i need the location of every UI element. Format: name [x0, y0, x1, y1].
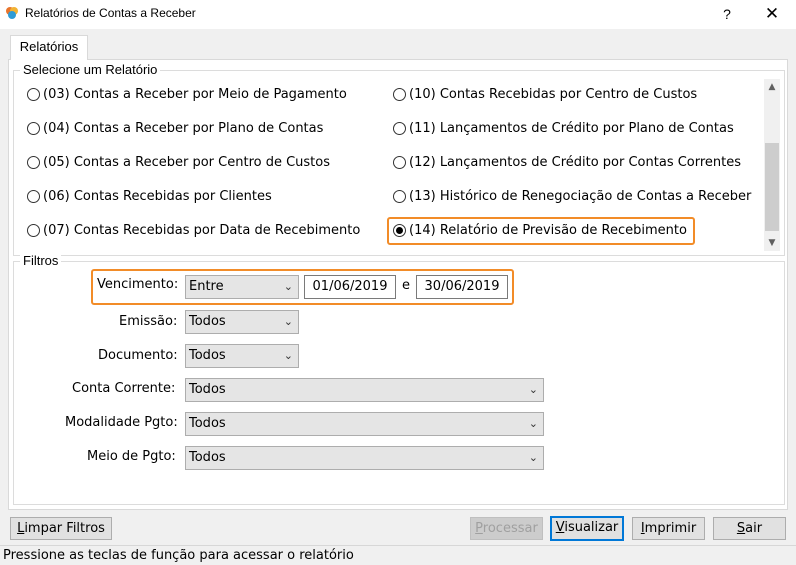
title-bar: Relatórios de Contas a Receber ? ✕: [0, 0, 796, 29]
radio-unchecked-icon[interactable]: [393, 87, 406, 101]
right-report-option[interactable]: (13) Histórico de Renegociação de Contas…: [393, 185, 761, 207]
report-option-label: (14) Relatório de Previsão de Recebiment…: [409, 222, 687, 238]
visualizar-button[interactable]: Visualizar: [550, 516, 624, 541]
right-report-option[interactable]: (12) Lançamentos de Crédito por Contas C…: [393, 151, 761, 173]
modalidade-select[interactable]: Todos ⌄: [185, 412, 544, 436]
documento-value: Todos: [189, 348, 226, 363]
chevron-down-icon: ⌄: [283, 280, 293, 293]
radio-unchecked-icon[interactable]: [27, 155, 40, 169]
radio-unchecked-icon[interactable]: [393, 155, 406, 169]
scroll-up-icon[interactable]: ▲: [764, 79, 780, 95]
documento-select[interactable]: Todos ⌄: [185, 344, 299, 368]
report-option-label: (13) Histórico de Renegociação de Contas…: [409, 188, 752, 204]
sair-button[interactable]: Sair: [713, 517, 786, 540]
status-bar: Pressione as teclas de função para acess…: [0, 545, 796, 565]
radio-checked-icon[interactable]: [393, 223, 406, 237]
modalidade-label: Modalidade Pgto:: [65, 415, 178, 430]
tab-relatorios[interactable]: Relatórios: [10, 35, 88, 60]
radio-unchecked-icon[interactable]: [27, 87, 40, 101]
left-report-option[interactable]: (03) Contas a Receber por Meio de Pagame…: [27, 83, 377, 105]
report-option-label: (06) Contas Recebidas por Clientes: [43, 188, 272, 204]
vencimento-from-input[interactable]: 01/06/2019: [304, 275, 396, 299]
left-report-option[interactable]: (06) Contas Recebidas por Clientes: [27, 185, 377, 207]
emissao-label: Emissão:: [119, 314, 178, 329]
radio-unchecked-icon[interactable]: [27, 189, 40, 203]
chevron-down-icon: ⌄: [528, 417, 538, 430]
conta-corrente-select[interactable]: Todos ⌄: [185, 378, 544, 402]
report-option-label: (12) Lançamentos de Crédito por Contas C…: [409, 154, 742, 170]
close-button[interactable]: ✕: [754, 0, 790, 29]
report-option-label: (04) Contas a Receber por Plano de Conta…: [43, 120, 324, 136]
conta-corrente-label: Conta Corrente:: [72, 381, 176, 396]
emissao-value: Todos: [189, 314, 226, 329]
report-option-label: (07) Contas Recebidas por Data de Recebi…: [43, 222, 361, 238]
meio-pgto-value: Todos: [189, 450, 226, 465]
conta-corrente-value: Todos: [189, 382, 226, 397]
chevron-down-icon: ⌄: [283, 315, 293, 328]
limpar-filtros-button[interactable]: Limpar Filtros: [10, 517, 112, 540]
help-button[interactable]: ?: [712, 0, 742, 29]
emissao-select[interactable]: Todos ⌄: [185, 310, 299, 334]
radio-unchecked-icon[interactable]: [393, 121, 406, 135]
report-list-scrollbar[interactable]: ▲ ▼: [764, 79, 780, 251]
documento-label: Documento:: [98, 348, 178, 363]
vencimento-to-input[interactable]: 30/06/2019: [416, 275, 508, 299]
left-report-option[interactable]: (07) Contas Recebidas por Data de Recebi…: [27, 219, 377, 241]
vencimento-label: Vencimento:: [97, 277, 179, 292]
vencimento-mode-select[interactable]: Entre ⌄: [185, 275, 299, 299]
filters-group-legend: Filtros: [20, 254, 62, 268]
left-report-option[interactable]: (04) Contas a Receber por Plano de Conta…: [27, 117, 377, 139]
modalidade-value: Todos: [189, 416, 226, 431]
tab-panel: Selecione um Relatório Filtros Venciment…: [8, 59, 788, 510]
window-title: Relatórios de Contas a Receber: [25, 6, 196, 20]
right-report-option[interactable]: (14) Relatório de Previsão de Recebiment…: [393, 219, 761, 241]
radio-unchecked-icon[interactable]: [393, 189, 406, 203]
radio-unchecked-icon[interactable]: [27, 223, 40, 237]
scroll-thumb[interactable]: [765, 143, 779, 231]
report-option-label: (11) Lançamentos de Crédito por Plano de…: [409, 120, 734, 136]
radio-unchecked-icon[interactable]: [27, 121, 40, 135]
right-report-option[interactable]: (10) Contas Recebidas por Centro de Cust…: [393, 83, 761, 105]
vencimento-and-label: e: [402, 278, 410, 293]
scroll-down-icon[interactable]: ▼: [764, 235, 780, 251]
right-report-option[interactable]: (11) Lançamentos de Crédito por Plano de…: [393, 117, 761, 139]
left-report-option[interactable]: (05) Contas a Receber por Centro de Cust…: [27, 151, 377, 173]
chevron-down-icon: ⌄: [283, 349, 293, 362]
meio-pgto-select[interactable]: Todos ⌄: [185, 446, 544, 470]
app-logo-icon: [6, 7, 18, 19]
report-option-label: (05) Contas a Receber por Centro de Cust…: [43, 154, 331, 170]
report-group-legend: Selecione um Relatório: [20, 63, 161, 77]
meio-pgto-label: Meio de Pgto:: [87, 449, 176, 464]
processar-button[interactable]: Processar: [470, 517, 543, 540]
chevron-down-icon: ⌄: [528, 383, 538, 396]
report-option-label: (03) Contas a Receber por Meio de Pagame…: [43, 86, 347, 102]
imprimir-button[interactable]: Imprimir: [632, 517, 705, 540]
vencimento-mode-value: Entre: [189, 279, 224, 294]
report-option-label: (10) Contas Recebidas por Centro de Cust…: [409, 86, 698, 102]
chevron-down-icon: ⌄: [528, 451, 538, 464]
